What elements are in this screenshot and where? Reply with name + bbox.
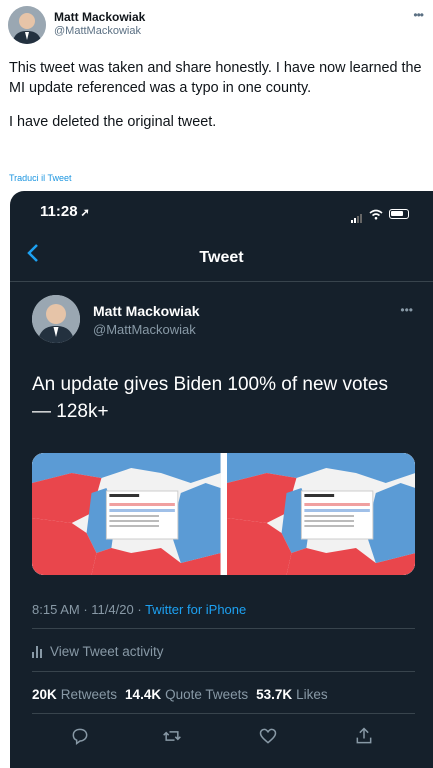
reply-icon[interactable] <box>70 726 94 750</box>
divider <box>32 671 415 672</box>
author-handle[interactable]: @MattMackowiak <box>54 25 141 37</box>
status-bar-icons <box>351 205 409 223</box>
quote-tweets-label: Quote Tweets <box>165 687 249 702</box>
signal-icon <box>351 205 363 223</box>
embedded-screenshot[interactable]: 11:28 ➚ Tweet Matt Mackowiak @MattMackowi… <box>10 191 433 768</box>
tweet-paragraph: I have deleted the original tweet. <box>9 114 217 130</box>
tweet-time: 8:15 AM <box>32 602 80 617</box>
more-options-icon[interactable]: ••• <box>400 303 413 317</box>
tweet-source-link[interactable]: Twitter for iPhone <box>145 602 246 617</box>
tweet-media[interactable] <box>32 453 415 575</box>
map-image[interactable] <box>226 453 415 575</box>
retweets-stat[interactable]: 20K Retweets <box>32 687 117 702</box>
likes-stat[interactable]: 53.7K Likes <box>256 687 328 702</box>
retweets-label: Retweets <box>60 687 118 702</box>
avatar[interactable] <box>8 6 46 44</box>
like-heart-icon[interactable] <box>258 726 282 750</box>
election-map-graphic <box>226 453 415 575</box>
more-options-icon[interactable]: ••• <box>413 8 424 22</box>
retweets-count: 20K <box>32 687 57 702</box>
separator: · <box>137 602 142 617</box>
translate-tweet-link[interactable]: Traduci il Tweet <box>9 173 72 183</box>
map-image[interactable] <box>32 453 221 575</box>
view-tweet-activity[interactable]: View Tweet activity <box>32 644 164 659</box>
author-name[interactable]: Matt Mackowiak <box>54 10 145 24</box>
quote-tweets-stat[interactable]: 14.4K Quote Tweets <box>125 687 248 702</box>
tweet-metadata: 8:15 AM · 11/4/20 · Twitter for iPhone <box>32 602 246 617</box>
nav-title: Tweet <box>199 249 244 266</box>
location-arrow-icon: ➚ <box>80 207 90 219</box>
share-icon[interactable] <box>354 726 378 750</box>
retweet-icon[interactable] <box>162 726 186 750</box>
analytics-icon <box>32 645 42 658</box>
tweet-actions <box>10 726 433 756</box>
election-map-graphic <box>32 453 221 575</box>
wifi-icon <box>369 209 383 219</box>
tweet-paragraph: This tweet was taken and share honestly.… <box>9 60 422 96</box>
tweet-text: This tweet was taken and share honestly.… <box>9 58 427 132</box>
status-time-text: 11:28 <box>40 203 78 220</box>
separator: · <box>83 602 88 617</box>
likes-label: Likes <box>296 687 328 702</box>
quote-tweets-count: 14.4K <box>125 687 162 702</box>
likes-count: 53.7K <box>256 687 293 702</box>
tweet-text: An update gives Biden 100% of new votes … <box>32 374 388 422</box>
battery-icon <box>389 209 409 219</box>
tweet-header: Matt Mackowiak @MattMackowiak ••• <box>0 0 433 50</box>
divider <box>10 281 433 282</box>
status-bar-time: 11:28 ➚ <box>40 203 90 220</box>
avatar-photo <box>8 6 46 44</box>
tweet-date: 11/4/20 <box>91 602 134 617</box>
avatar-photo <box>32 295 80 343</box>
tweet-stats: 20K Retweets 14.4K Quote Tweets 53.7K Likes <box>32 687 328 702</box>
author-handle[interactable]: @MattMackowiak <box>93 322 196 337</box>
avatar[interactable] <box>32 295 80 343</box>
activity-label: View Tweet activity <box>50 644 164 659</box>
divider <box>32 713 415 714</box>
divider <box>32 628 415 629</box>
author-name[interactable]: Matt Mackowiak <box>93 303 200 319</box>
